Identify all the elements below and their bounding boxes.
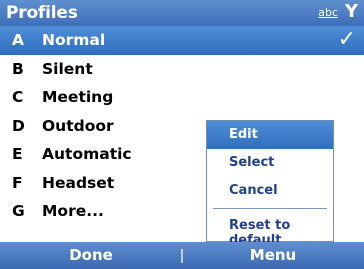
done-softkey[interactable]: Done	[0, 246, 182, 264]
menu-item-select[interactable]: Select	[207, 149, 333, 177]
page-title: Profiles	[6, 3, 78, 23]
profile-key: G	[12, 202, 25, 220]
menu-item-cancel[interactable]: Cancel	[207, 177, 333, 205]
title-bar: Profiles abc Y	[0, 0, 364, 26]
profile-label: Silent	[42, 59, 93, 78]
profile-label: Outdoor	[42, 116, 114, 135]
profile-item-meeting[interactable]: C Meeting	[0, 83, 364, 112]
profile-label: Normal	[42, 31, 106, 49]
menu-softkey[interactable]: Menu	[182, 246, 364, 264]
profile-label: Headset	[42, 173, 115, 192]
menu-separator	[213, 208, 327, 209]
profile-key: B	[12, 59, 24, 78]
context-menu: Edit Select Cancel Reset to default	[206, 120, 334, 248]
profile-label: Meeting	[42, 88, 114, 106]
menu-item-edit[interactable]: Edit	[207, 121, 333, 149]
softkey-bar: Done Menu	[0, 242, 364, 269]
profile-item-normal[interactable]: A Normal ✓	[0, 26, 364, 55]
menu-item-label: Cancel	[229, 183, 278, 198]
profile-key: D	[12, 116, 25, 135]
input-mode-indicator: abc	[318, 6, 338, 19]
signal-strength-icon: Y	[344, 1, 358, 22]
profile-label: Automatic	[42, 145, 132, 163]
profile-key: A	[12, 31, 24, 49]
menu-item-reset-to-default[interactable]: Reset to default	[207, 212, 333, 248]
profile-key: E	[12, 145, 23, 163]
profile-key: F	[12, 173, 23, 192]
profile-item-silent[interactable]: B Silent	[0, 55, 364, 84]
menu-item-label: Edit	[229, 127, 258, 142]
checkmark-icon: ✓	[337, 27, 356, 52]
menu-item-label: Select	[229, 155, 275, 170]
profile-key: C	[12, 88, 24, 106]
profile-label: More...	[42, 202, 104, 220]
